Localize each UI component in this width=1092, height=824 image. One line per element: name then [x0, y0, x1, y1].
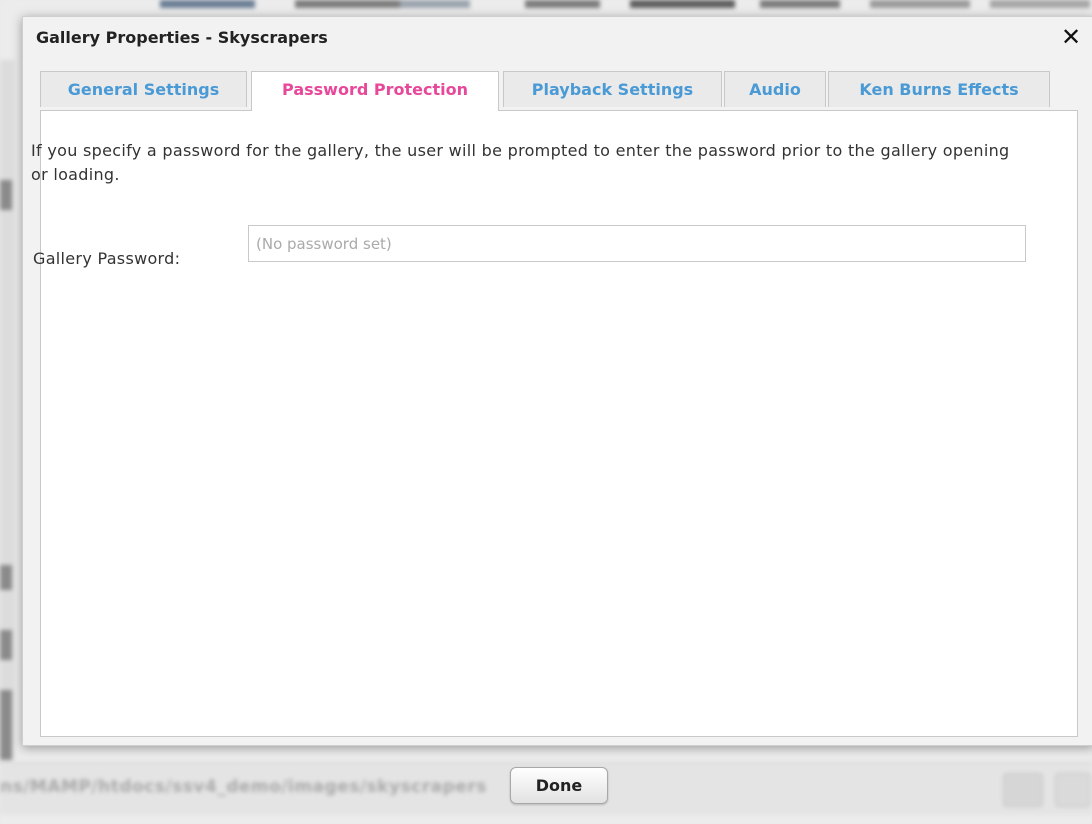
- tab-general-settings[interactable]: General Settings: [40, 71, 247, 107]
- left-pane-block: [0, 630, 12, 660]
- left-pane-block: [0, 180, 12, 210]
- thumbnail: [630, 0, 735, 8]
- thumbnail: [295, 0, 400, 8]
- thumbnail: [760, 0, 840, 8]
- tab-password-protection[interactable]: Password Protection: [251, 71, 499, 111]
- dialog-title: Gallery Properties - Skyscrapers: [36, 28, 328, 47]
- thumbnail: [870, 0, 970, 8]
- thumbnail: [990, 0, 1090, 8]
- password-protection-panel: [40, 110, 1078, 737]
- thumbnail: [400, 0, 470, 8]
- tab-playback-settings[interactable]: Playback Settings: [503, 71, 722, 107]
- gallery-properties-dialog: Gallery Properties - Skyscrapers ✕ Gener…: [22, 16, 1092, 746]
- left-pane-block: [0, 690, 12, 760]
- done-button[interactable]: Done: [510, 767, 608, 804]
- tab-bar: General Settings Password Protection Pla…: [40, 71, 1092, 111]
- thumbnail: [160, 0, 255, 8]
- thumbnail-strip: [130, 0, 1092, 10]
- left-pane: [0, 60, 14, 760]
- path-dropdown: [1003, 773, 1043, 807]
- path-text: ns/MAMP/htdocs/ssv4_demo/images/skyscrap…: [0, 777, 487, 797]
- gallery-password-input[interactable]: [248, 225, 1026, 262]
- close-icon[interactable]: ✕: [1059, 23, 1083, 51]
- tab-ken-burns-effects[interactable]: Ken Burns Effects: [828, 71, 1050, 107]
- tab-audio[interactable]: Audio: [724, 71, 826, 107]
- gallery-password-label: Gallery Password:: [33, 249, 181, 268]
- left-pane-block: [0, 565, 12, 590]
- thumbnail: [525, 0, 600, 8]
- password-description: If you specify a password for the galler…: [31, 141, 1010, 184]
- path-browse-button: [1055, 773, 1091, 807]
